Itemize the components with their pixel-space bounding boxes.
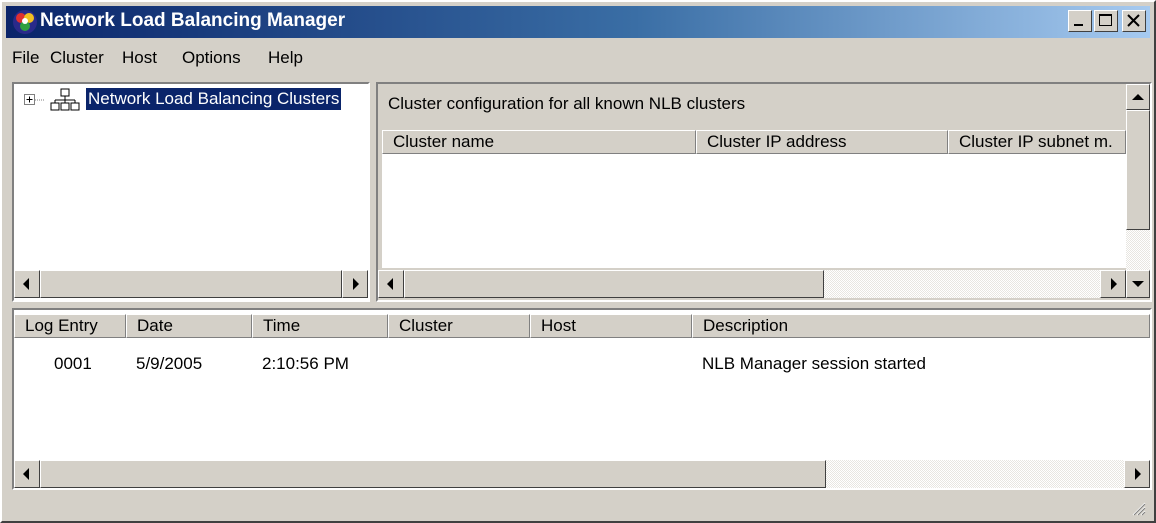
menu-host[interactable]: Host: [122, 48, 157, 68]
scroll-right-button[interactable]: [1124, 460, 1150, 488]
scroll-thumb[interactable]: [1126, 110, 1150, 230]
title-bar[interactable]: Network Load Balancing Manager: [6, 6, 1150, 38]
scroll-left-button[interactable]: [378, 270, 404, 298]
menu-options[interactable]: Options: [182, 48, 241, 68]
scroll-down-button[interactable]: [1126, 270, 1150, 298]
scroll-thumb[interactable]: [40, 270, 342, 298]
scroll-thumb[interactable]: [404, 270, 824, 298]
close-button[interactable]: [1122, 10, 1146, 32]
column-log-entry[interactable]: Log Entry: [14, 314, 126, 338]
minimize-button[interactable]: [1068, 10, 1092, 32]
cluster-hscrollbar[interactable]: [378, 270, 1150, 298]
menu-cluster[interactable]: Cluster: [50, 48, 104, 68]
log-pane[interactable]: Log Entry Date Time Cluster Host Descrip…: [12, 308, 1152, 490]
cluster-list-area[interactable]: [382, 154, 1126, 268]
maximize-button[interactable]: [1094, 10, 1118, 32]
window-title: Network Load Balancing Manager: [40, 10, 346, 31]
scroll-right-icon: [1111, 278, 1117, 290]
menu-help[interactable]: Help: [268, 48, 303, 68]
menu-file[interactable]: File: [12, 48, 39, 68]
column-time[interactable]: Time: [252, 314, 388, 338]
cluster-tree-pane[interactable]: Network Load Balancing Clusters: [12, 82, 370, 302]
column-description[interactable]: Description: [692, 314, 1150, 338]
log-date-cell: 5/9/2005: [136, 354, 203, 373]
scroll-right-button[interactable]: [342, 270, 368, 298]
log-hscrollbar[interactable]: [14, 460, 1150, 488]
column-cluster-name[interactable]: Cluster name: [382, 130, 696, 154]
log-row[interactable]: 0001 5/9/2005 2:10:56 PM NLB Manager ses…: [14, 348, 1150, 374]
scroll-left-icon: [23, 278, 29, 290]
scroll-left-button[interactable]: [14, 460, 40, 488]
app-icon[interactable]: [12, 9, 38, 35]
scroll-thumb[interactable]: [40, 460, 826, 488]
tree-connector-line: [35, 99, 45, 101]
scroll-down-icon: [1132, 281, 1144, 287]
column-cluster-ip-subnet[interactable]: Cluster IP subnet m.: [948, 130, 1126, 154]
tree-root-label[interactable]: Network Load Balancing Clusters: [84, 87, 343, 111]
minimize-icon: [1074, 24, 1083, 26]
maximize-icon: [1099, 14, 1112, 26]
column-cluster[interactable]: Cluster: [388, 314, 530, 338]
scroll-up-button[interactable]: [1126, 84, 1150, 110]
log-description-cell: NLB Manager session started: [702, 354, 926, 373]
log-time-cell: 2:10:56 PM: [262, 354, 349, 373]
scroll-right-icon: [1135, 468, 1141, 480]
scroll-left-icon: [387, 278, 393, 290]
status-bar: [6, 488, 1150, 520]
close-icon: [1127, 14, 1140, 27]
column-host[interactable]: Host: [530, 314, 692, 338]
scroll-right-button[interactable]: [1100, 270, 1126, 298]
cluster-config-caption: Cluster configuration for all known NLB …: [388, 94, 746, 113]
tree-expand-icon[interactable]: [24, 94, 35, 105]
cluster-vscrollbar[interactable]: [1126, 84, 1150, 270]
column-date[interactable]: Date: [126, 314, 252, 338]
cluster-network-icon: [50, 88, 80, 111]
scroll-left-icon: [23, 468, 29, 480]
scroll-up-icon: [1132, 94, 1144, 100]
main-window: Network Load Balancing Manager File Clus…: [0, 0, 1156, 523]
scroll-right-icon: [353, 278, 359, 290]
column-cluster-ip-address[interactable]: Cluster IP address: [696, 130, 948, 154]
log-entry-cell: 0001: [54, 354, 92, 373]
resize-grip-icon[interactable]: [1130, 500, 1146, 516]
cluster-config-pane[interactable]: Cluster configuration for all known NLB …: [376, 82, 1152, 302]
scroll-left-button[interactable]: [14, 270, 40, 298]
tree-hscrollbar[interactable]: [14, 270, 368, 298]
menu-bar: File Cluster Host Options Help: [6, 44, 1146, 72]
